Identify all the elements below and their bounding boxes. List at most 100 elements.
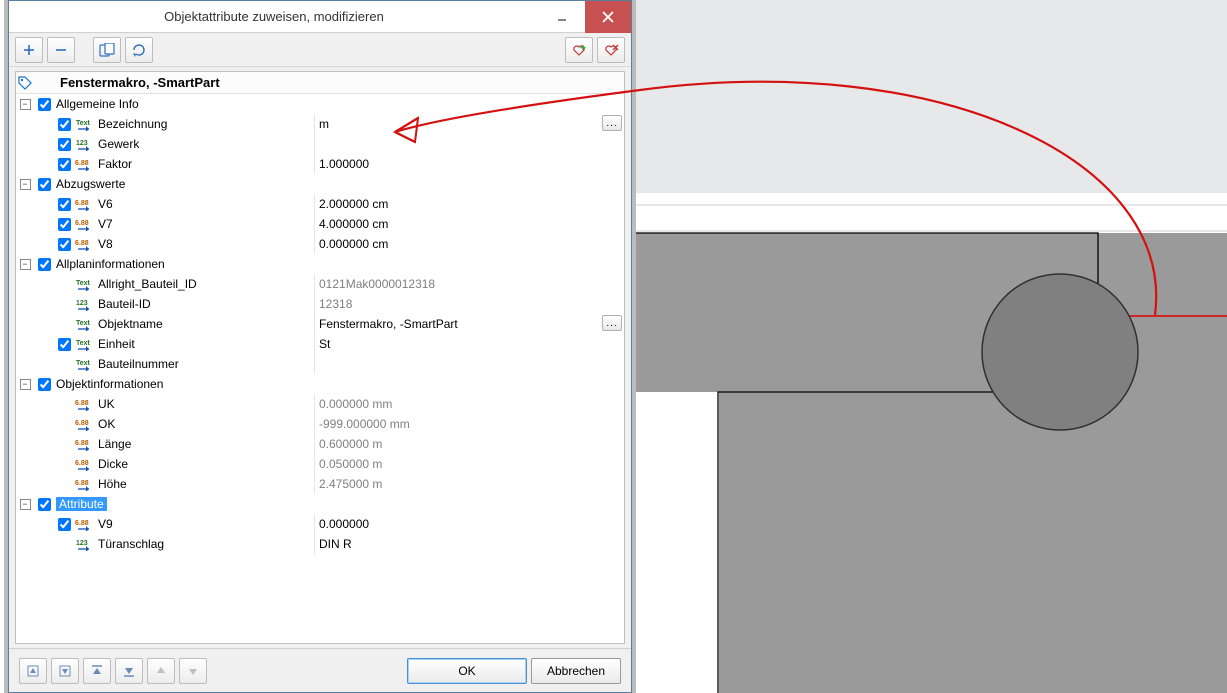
row-checkbox[interactable] [58,238,71,251]
tree-header: Fenstermakro, -SmartPart [16,72,624,94]
attr-value[interactable] [314,134,624,154]
attr-row[interactable]: 6.88UK0.000000 mm [16,394,624,414]
attr-row[interactable]: 6.88Dicke0.050000 m [16,454,624,474]
add-attr-button[interactable] [15,37,43,63]
attr-row[interactable]: 6.88V62.000000 cm [16,194,624,214]
group-checkbox[interactable] [38,378,51,391]
svg-text:Text: Text [76,320,91,327]
attr-value[interactable]: 2.475000 m [314,474,624,494]
svg-text:6.88: 6.88 [75,460,89,467]
attr-value[interactable]: 0.050000 m [314,454,624,474]
ok-button[interactable]: OK [407,658,527,684]
favorite-remove-button[interactable] [597,37,625,63]
move-down-button[interactable] [179,658,207,684]
attr-value[interactable]: 12318 [314,294,624,314]
row-checkbox[interactable] [58,198,71,211]
type-icon: 6.88 [74,417,96,431]
svg-text:123: 123 [76,140,88,147]
attr-row[interactable]: TextAllright_Bauteil_ID0121Mak0000012318 [16,274,624,294]
attr-name: Einheit [96,337,314,351]
group-checkbox[interactable] [38,498,51,511]
close-button[interactable] [585,1,631,33]
type-icon: 6.88 [74,157,96,171]
row-checkbox[interactable] [58,338,71,351]
minimize-button[interactable] [539,1,585,33]
row-checkbox[interactable] [58,518,71,531]
group-label: Attribute [54,497,624,511]
attr-row[interactable]: Text EinheitSt [16,334,624,354]
attr-row[interactable]: TextBezeichnungm... [16,114,624,134]
expander-icon[interactable]: − [20,499,31,510]
attr-name: Höhe [96,477,314,491]
attr-value[interactable]: DIN R [314,534,624,554]
attr-name: Faktor [96,157,314,171]
attr-value[interactable]: 1.000000 [314,154,624,174]
attr-row[interactable]: 123TüranschlagDIN R [16,534,624,554]
ellipsis-button[interactable]: ... [602,115,622,131]
group-objinfo[interactable]: − Objektinformationen [16,374,624,394]
attr-row[interactable]: 6.88OK-999.000000 mm [16,414,624,434]
type-icon: 6.88 [74,217,96,231]
group-label: Allgemeine Info [54,97,624,111]
expander-icon[interactable]: − [20,259,31,270]
attr-row[interactable]: TextObjektnameFenstermakro, -SmartPart..… [16,314,624,334]
group-attr[interactable]: − Attribute [16,494,624,514]
expander-icon[interactable]: − [20,379,31,390]
row-checkbox[interactable] [58,118,71,131]
group-abzug[interactable]: −Abzugswerte [16,174,624,194]
attr-row[interactable]: 123 Gewerk [16,134,624,154]
row-checkbox[interactable] [58,218,71,231]
attr-name: OK [96,417,314,431]
attr-value[interactable] [314,354,624,374]
attr-row[interactable]: 123Bauteil-ID12318 [16,294,624,314]
group-checkbox[interactable] [38,258,51,271]
attr-name: UK [96,397,314,411]
group-label: Objektinformationen [54,377,624,391]
move-up-button[interactable] [147,658,175,684]
attr-value[interactable]: -999.000000 mm [314,414,624,434]
attr-value[interactable]: 0.000000 mm [314,394,624,414]
group-allgemeine[interactable]: − Allgemeine Info [16,94,624,114]
attr-value[interactable]: 0.000000 [314,514,624,534]
paste-button[interactable] [93,37,121,63]
move-bottom-button[interactable] [115,658,143,684]
attr-value[interactable]: St [314,334,624,354]
attr-row[interactable]: 6.88Länge0.600000 m [16,434,624,454]
type-icon: 6.88 [74,237,96,251]
attr-row[interactable]: 6.88Höhe2.475000 m [16,474,624,494]
move-top-button[interactable] [83,658,111,684]
attr-value[interactable]: 4.000000 cm [314,214,624,234]
cancel-button[interactable]: Abbrechen [531,658,621,684]
group-checkbox[interactable] [38,178,51,191]
favorite-add-button[interactable] [565,37,593,63]
attr-value[interactable]: m... [314,114,624,134]
ellipsis-button[interactable]: ... [602,315,622,331]
type-icon: 6.88 [74,477,96,491]
attr-value[interactable]: 0.000000 cm [314,234,624,254]
collapse-all-button[interactable] [19,658,47,684]
attr-value[interactable]: 0121Mak0000012318 [314,274,624,294]
expander-icon[interactable]: − [20,179,31,190]
remove-attr-button[interactable] [47,37,75,63]
attr-value[interactable]: 2.000000 cm [314,194,624,214]
attr-name: Gewerk [96,137,314,151]
row-checkbox[interactable] [58,138,71,151]
attr-value[interactable]: 0.600000 m [314,434,624,454]
attr-name: Türanschlag [96,537,314,551]
expand-all-button[interactable] [51,658,79,684]
attr-row[interactable]: 6.88Faktor1.000000 [16,154,624,174]
group-checkbox[interactable] [38,98,51,111]
refresh-button[interactable] [125,37,153,63]
expander-icon[interactable]: − [20,99,31,110]
svg-text:6.88: 6.88 [75,240,89,247]
row-checkbox[interactable] [58,158,71,171]
group-label: Allplaninformationen [54,257,624,271]
attr-row[interactable]: TextBauteilnummer [16,354,624,374]
attr-row[interactable]: 6.88V74.000000 cm [16,214,624,234]
svg-text:Text: Text [76,340,91,347]
attribute-tree[interactable]: Fenstermakro, -SmartPart − Allgemeine Inf… [15,71,625,644]
attr-value[interactable]: Fenstermakro, -SmartPart... [314,314,624,334]
group-allplan[interactable]: − Allplaninformationen [16,254,624,274]
attr-row[interactable]: 6.88V80.000000 cm [16,234,624,254]
attr-row[interactable]: 6.88V90.000000 [16,514,624,534]
